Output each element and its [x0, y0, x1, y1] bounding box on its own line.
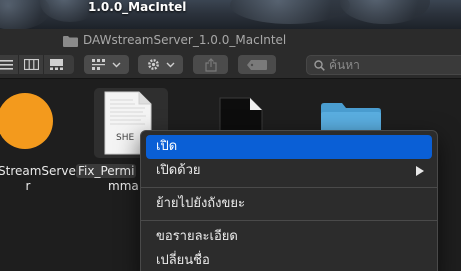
- menu-item-open-with[interactable]: เปิดด้วย: [146, 159, 432, 183]
- folder-icon: [63, 36, 78, 47]
- context-menu: เปิด เปิดด้วย ย้ายไปยังถังขยะ ขอรายละเอี…: [140, 130, 438, 271]
- gallery-view-button[interactable]: [44, 55, 69, 74]
- list-view-icon: [0, 59, 13, 70]
- menu-item-label: เปลี่ยนชื่อ: [156, 253, 210, 268]
- menu-item-move-to-trash[interactable]: ย้ายไปยังถังขยะ: [146, 192, 432, 216]
- share-icon: [204, 57, 217, 72]
- chevron-down-icon: [166, 62, 174, 67]
- file-name: Fix_Permi mma: [76, 164, 146, 194]
- submenu-arrow-icon: [416, 166, 424, 176]
- menu-item-label: เปิด: [156, 139, 178, 154]
- menu-item-get-info[interactable]: ขอรายละเอียด: [146, 225, 432, 249]
- menu-item-open[interactable]: เปิด: [146, 135, 432, 159]
- column-view-button[interactable]: [19, 55, 44, 74]
- window-titlebar[interactable]: DAWstreamServer_1.0.0_MacIntel: [0, 29, 461, 53]
- file-name: StreamServe r: [0, 164, 76, 194]
- file-name-line: r: [25, 179, 31, 193]
- column-view-icon: [23, 59, 39, 70]
- group-by-icon: [92, 59, 105, 70]
- chevron-down-icon: [112, 62, 121, 67]
- window-title: DAWstreamServer_1.0.0_MacIntel: [83, 33, 287, 47]
- tags-button[interactable]: [238, 55, 276, 74]
- list-view-button[interactable]: [0, 55, 19, 74]
- share-button[interactable]: [193, 55, 228, 74]
- app-icon: [0, 93, 53, 149]
- menu-item-label: ขอรายละเอียด: [156, 229, 238, 244]
- menu-item-label: ย้ายไปยังถังขยะ: [156, 196, 245, 211]
- document-type-text: SHE: [116, 133, 135, 143]
- desktop-item-label[interactable]: 1.0.0_MacIntel: [88, 0, 186, 14]
- menu-separator: [141, 220, 437, 221]
- search-field[interactable]: [306, 55, 461, 75]
- gallery-view-icon: [50, 59, 63, 70]
- finder-toolbar: [0, 53, 461, 79]
- desktop-rock-shape: [340, 0, 430, 24]
- action-menu-button[interactable]: [138, 55, 183, 74]
- file-name-line: StreamServe: [0, 164, 76, 178]
- menu-item-rename[interactable]: เปลี่ยนชื่อ: [146, 249, 432, 271]
- menu-item-label: เปิดด้วย: [156, 163, 201, 178]
- group-by-button[interactable]: [84, 55, 129, 74]
- desktop-rock-shape: [230, 0, 350, 24]
- search-input[interactable]: [329, 58, 449, 72]
- file-name-line: Fix_Permi: [76, 164, 137, 178]
- tag-icon: [247, 59, 267, 70]
- file-name-line: mma: [108, 179, 139, 193]
- search-icon: [314, 59, 325, 71]
- desktop-background: 1.0.0_MacIntel: [0, 0, 461, 29]
- menu-separator: [141, 187, 437, 188]
- view-mode-control: [0, 55, 74, 74]
- action-gear-icon: [147, 59, 159, 70]
